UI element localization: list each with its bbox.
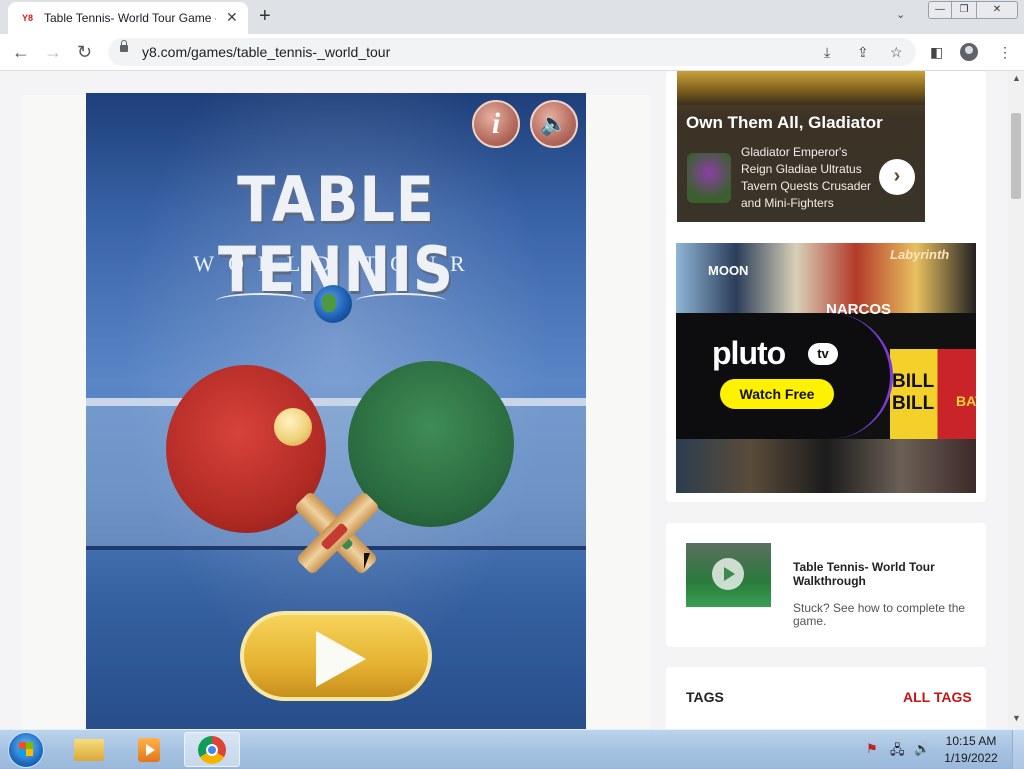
browser-toolbar: ← → ↻ y8.com/games/table_tennis-_world_t… — [0, 34, 1024, 71]
taskbar-explorer[interactable] — [62, 732, 118, 767]
windows-logo-icon — [19, 742, 33, 756]
poster-row-bottom — [676, 439, 976, 493]
gladiator-ad[interactable]: Own Them All, Gladiator Gladiator Empero… — [677, 71, 925, 222]
taskbar: ⚑ 🖧 🔊 10:15 AM 1/19/2022 — [0, 729, 1024, 769]
y8-favicon-icon: Y8 — [22, 13, 34, 23]
scroll-up-arrow-icon[interactable]: ▲ — [1012, 73, 1021, 83]
sound-button[interactable]: 🔈 — [530, 100, 578, 148]
globe-icon — [314, 285, 352, 323]
laurel-right-icon — [356, 293, 446, 309]
tags-card: TAGS ALL TAGS — [666, 667, 986, 729]
page-content: i 🔈 TABLE TENNIS WORLD TOUR Own Them All… — [0, 71, 1008, 729]
window-restore-button[interactable]: ❐ — [951, 1, 977, 19]
forward-arrow-icon[interactable]: → — [44, 42, 62, 62]
walkthrough-description: Stuck? See how to complete the game. — [793, 601, 966, 628]
back-arrow-icon[interactable]: ← — [12, 42, 30, 62]
scrollbar-thumb[interactable] — [1011, 113, 1021, 199]
chevron-right-icon[interactable]: › — [879, 159, 915, 195]
start-button[interactable] — [8, 732, 44, 768]
table-net-line — [86, 398, 586, 406]
gladiator-ad-text: Gladiator Emperor's Reign Gladiae Ultrat… — [741, 145, 872, 210]
profile-icon[interactable] — [960, 43, 978, 61]
ad-card: Own Them All, Gladiator Gladiator Empero… — [666, 71, 986, 502]
walkthrough-card[interactable]: Table Tennis- World Tour Walkthrough Stu… — [666, 523, 986, 647]
gladiator-character-icon — [687, 153, 731, 203]
share-icon[interactable]: ⇪ — [857, 42, 869, 62]
laurel-left-icon — [216, 293, 306, 309]
action-center-flag-icon[interactable]: ⚑ — [866, 741, 878, 757]
network-icon[interactable]: 🖧 — [890, 741, 905, 763]
menu-icon[interactable]: ⋮ — [998, 43, 1012, 61]
clock-date[interactable]: 1/19/2022 — [936, 751, 1006, 765]
address-bar[interactable]: y8.com/games/table_tennis-_world_tour ⤓ … — [108, 38, 916, 66]
bookmark-star-icon[interactable]: ☆ — [890, 42, 903, 62]
tab-search-chevron-icon[interactable]: ⌄ — [896, 8, 905, 21]
game-canvas[interactable]: i 🔈 TABLE TENNIS WORLD TOUR — [86, 93, 586, 729]
scroll-down-arrow-icon[interactable]: ▼ — [1012, 713, 1021, 723]
pluto-logo: pluto — [712, 335, 786, 371]
pluto-tv-panel: pluto tv Watch Free — [676, 313, 893, 439]
taskbar-media-player[interactable] — [122, 732, 178, 767]
pluto-tv-ad[interactable]: MOON NARCOS Labyrinth BILL BILL BAT plut… — [676, 243, 976, 493]
ping-pong-ball-icon — [274, 408, 312, 446]
volume-icon[interactable]: 🔊 — [914, 741, 930, 757]
play-button[interactable] — [240, 611, 432, 701]
tab-close-icon[interactable]: ✕ — [226, 9, 238, 25]
mouse-cursor-icon — [364, 553, 370, 569]
install-icon[interactable]: ⤓ — [824, 42, 830, 62]
poster-moon-label: MOON — [708, 263, 749, 278]
chrome-icon — [198, 736, 226, 764]
walkthrough-thumbnail[interactable] — [686, 543, 771, 607]
lock-icon[interactable] — [120, 40, 128, 52]
show-desktop-button[interactable] — [1012, 730, 1024, 769]
play-circle-icon — [712, 558, 744, 590]
clock-time[interactable]: 10:15 AM — [936, 734, 1006, 748]
window-minimize-button[interactable]: — — [928, 1, 952, 19]
page-scrollbar[interactable]: ▲ ▼ — [1008, 71, 1024, 729]
game-subtitle: WORLD TOUR — [193, 251, 479, 276]
poster-labyrinth-label: Labyrinth — [890, 247, 950, 262]
watch-free-button[interactable]: Watch Free — [720, 379, 834, 409]
game-title: TABLE TENNIS — [218, 163, 454, 306]
side-panel-icon[interactable]: ◧ — [930, 43, 943, 61]
walkthrough-title[interactable]: Table Tennis- World Tour Walkthrough — [793, 560, 963, 588]
taskbar-chrome[interactable] — [184, 732, 240, 767]
media-player-icon — [138, 738, 160, 762]
info-button[interactable]: i — [472, 100, 520, 148]
all-tags-link[interactable]: ALL TAGS — [903, 689, 972, 705]
pluto-tv-badge: tv — [808, 343, 838, 365]
poster-bat-label: BAT — [956, 393, 976, 409]
poster-bill-label-2: BILL — [892, 393, 935, 414]
folder-icon — [74, 739, 104, 761]
browser-tab-active[interactable]: Y8 Table Tennis- World Tour Game - ✕ — [8, 2, 248, 34]
gladiator-ad-banner — [677, 71, 925, 105]
reload-icon[interactable]: ↻ — [77, 42, 92, 62]
tags-heading: TAGS — [686, 689, 724, 705]
new-tab-button[interactable]: + — [259, 4, 271, 28]
tab-title: Table Tennis- World Tour Game - — [44, 11, 216, 25]
window-close-button[interactable]: ✕ — [976, 1, 1018, 19]
browser-titlebar: Y8 Table Tennis- World Tour Game - ✕ + ⌄… — [0, 0, 1024, 34]
poster-bill-label-1: BILL — [892, 371, 935, 392]
play-icon — [316, 631, 366, 687]
address-url[interactable]: y8.com/games/table_tennis-_world_tour — [142, 44, 390, 60]
gladiator-ad-title: Own Them All, Gladiator — [686, 113, 883, 132]
